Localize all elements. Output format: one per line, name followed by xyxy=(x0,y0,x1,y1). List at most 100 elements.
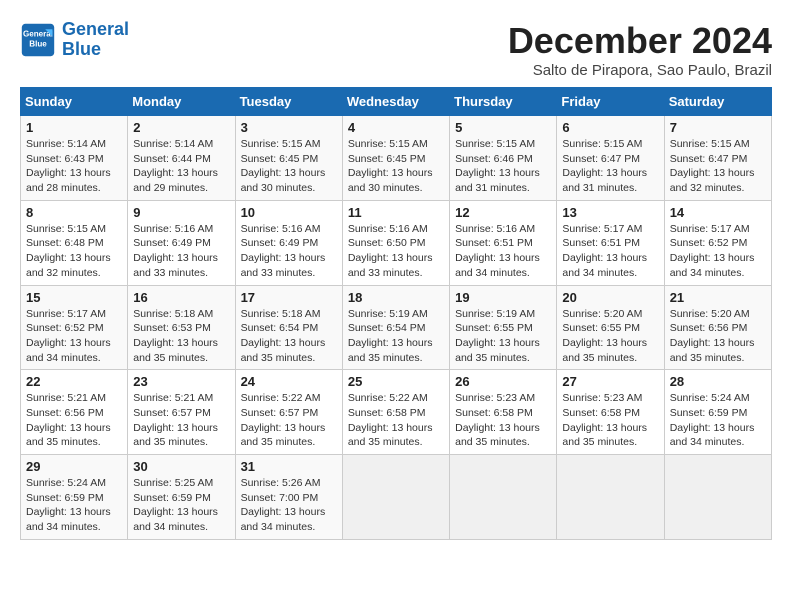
day-number: 8 xyxy=(26,205,122,220)
calendar-cell: 23Sunrise: 5:21 AM Sunset: 6:57 PM Dayli… xyxy=(128,370,235,455)
dow-cell: Thursday xyxy=(450,88,557,116)
day-number: 5 xyxy=(455,120,551,135)
day-info: Sunrise: 5:14 AM Sunset: 6:43 PM Dayligh… xyxy=(26,137,122,196)
day-number: 26 xyxy=(455,374,551,389)
day-number: 4 xyxy=(348,120,444,135)
day-info: Sunrise: 5:17 AM Sunset: 6:52 PM Dayligh… xyxy=(670,222,766,281)
day-number: 31 xyxy=(241,459,337,474)
calendar-cell: 24Sunrise: 5:22 AM Sunset: 6:57 PM Dayli… xyxy=(235,370,342,455)
day-number: 30 xyxy=(133,459,229,474)
calendar-cell: 17Sunrise: 5:18 AM Sunset: 6:54 PM Dayli… xyxy=(235,285,342,370)
day-info: Sunrise: 5:16 AM Sunset: 6:51 PM Dayligh… xyxy=(455,222,551,281)
calendar-cell: 29Sunrise: 5:24 AM Sunset: 6:59 PM Dayli… xyxy=(21,455,128,540)
calendar-cell: 28 Sunrise: 5:24 AM Sunset: 6:59 PM Dayli… xyxy=(664,370,771,455)
dow-cell: Saturday xyxy=(664,88,771,116)
dow-cell: Monday xyxy=(128,88,235,116)
day-info: Sunrise: 5:15 AM Sunset: 6:48 PM Dayligh… xyxy=(26,222,122,281)
calendar-cell: 13Sunrise: 5:17 AM Sunset: 6:51 PM Dayli… xyxy=(557,200,664,285)
calendar-cell: 8 Sunrise: 5:15 AM Sunset: 6:48 PM Daylig… xyxy=(21,200,128,285)
calendar-cell: 6 Sunrise: 5:15 AM Sunset: 6:47 PM Daylig… xyxy=(557,116,664,201)
calendar-cell xyxy=(342,455,449,540)
logo-icon: General Blue xyxy=(20,22,56,58)
day-info: Sunrise: 5:19 AM Sunset: 6:54 PM Dayligh… xyxy=(348,307,444,366)
calendar-title: December 2024 xyxy=(508,20,772,62)
day-number: 12 xyxy=(455,205,551,220)
calendar-week-row: 15 Sunrise: 5:17 AM Sunset: 6:52 PM Dayli… xyxy=(21,285,772,370)
calendar-subtitle: Salto de Pirapora, Sao Paulo, Brazil xyxy=(508,62,772,79)
day-number: 15 xyxy=(26,290,122,305)
calendar-cell: 1 Sunrise: 5:14 AM Sunset: 6:43 PM Daylig… xyxy=(21,116,128,201)
calendar-cell: 2 Sunrise: 5:14 AM Sunset: 6:44 PM Daylig… xyxy=(128,116,235,201)
day-info: Sunrise: 5:15 AM Sunset: 6:46 PM Dayligh… xyxy=(455,137,551,196)
calendar-cell: 12 Sunrise: 5:16 AM Sunset: 6:51 PM Dayli… xyxy=(450,200,557,285)
dow-cell: Tuesday xyxy=(235,88,342,116)
day-info: Sunrise: 5:15 AM Sunset: 6:47 PM Dayligh… xyxy=(562,137,658,196)
day-number: 19 xyxy=(455,290,551,305)
calendar-cell: 19 Sunrise: 5:19 AM Sunset: 6:55 PM Dayli… xyxy=(450,285,557,370)
calendar-cell xyxy=(664,455,771,540)
calendar-body: 1 Sunrise: 5:14 AM Sunset: 6:43 PM Daylig… xyxy=(21,116,772,540)
days-of-week-header: SundayMondayTuesdayWednesdayThursdayFrid… xyxy=(21,88,772,116)
calendar-week-row: 29Sunrise: 5:24 AM Sunset: 6:59 PM Dayli… xyxy=(21,455,772,540)
calendar-cell: 31 Sunrise: 5:26 AM Sunset: 7:00 PM Dayli… xyxy=(235,455,342,540)
calendar-cell: 7 Sunrise: 5:15 AM Sunset: 6:47 PM Daylig… xyxy=(664,116,771,201)
day-info: Sunrise: 5:26 AM Sunset: 7:00 PM Dayligh… xyxy=(241,476,337,535)
day-number: 9 xyxy=(133,205,229,220)
day-info: Sunrise: 5:20 AM Sunset: 6:56 PM Dayligh… xyxy=(670,307,766,366)
day-info: Sunrise: 5:23 AM Sunset: 6:58 PM Dayligh… xyxy=(455,391,551,450)
day-number: 23 xyxy=(133,374,229,389)
calendar-week-row: 22 Sunrise: 5:21 AM Sunset: 6:56 PM Dayli… xyxy=(21,370,772,455)
calendar-week-row: 8 Sunrise: 5:15 AM Sunset: 6:48 PM Daylig… xyxy=(21,200,772,285)
day-info: Sunrise: 5:16 AM Sunset: 6:49 PM Dayligh… xyxy=(133,222,229,281)
day-info: Sunrise: 5:15 AM Sunset: 6:45 PM Dayligh… xyxy=(348,137,444,196)
calendar-cell: 30 Sunrise: 5:25 AM Sunset: 6:59 PM Dayli… xyxy=(128,455,235,540)
day-info: Sunrise: 5:16 AM Sunset: 6:50 PM Dayligh… xyxy=(348,222,444,281)
title-area: December 2024 Salto de Pirapora, Sao Pau… xyxy=(508,20,772,79)
calendar-table: SundayMondayTuesdayWednesdayThursdayFrid… xyxy=(20,87,772,540)
day-info: Sunrise: 5:25 AM Sunset: 6:59 PM Dayligh… xyxy=(133,476,229,535)
calendar-cell: 27Sunrise: 5:23 AM Sunset: 6:58 PM Dayli… xyxy=(557,370,664,455)
day-number: 7 xyxy=(670,120,766,135)
day-number: 27 xyxy=(562,374,658,389)
day-info: Sunrise: 5:16 AM Sunset: 6:49 PM Dayligh… xyxy=(241,222,337,281)
calendar-cell: 25 Sunrise: 5:22 AM Sunset: 6:58 PM Dayli… xyxy=(342,370,449,455)
calendar-cell: 16 Sunrise: 5:18 AM Sunset: 6:53 PM Dayli… xyxy=(128,285,235,370)
day-number: 2 xyxy=(133,120,229,135)
calendar-cell: 3Sunrise: 5:15 AM Sunset: 6:45 PM Daylig… xyxy=(235,116,342,201)
day-number: 10 xyxy=(241,205,337,220)
day-number: 18 xyxy=(348,290,444,305)
day-number: 22 xyxy=(26,374,122,389)
calendar-cell: 11Sunrise: 5:16 AM Sunset: 6:50 PM Dayli… xyxy=(342,200,449,285)
day-info: Sunrise: 5:15 AM Sunset: 6:45 PM Dayligh… xyxy=(241,137,337,196)
day-number: 25 xyxy=(348,374,444,389)
day-number: 16 xyxy=(133,290,229,305)
logo-text: General Blue xyxy=(62,20,129,60)
day-info: Sunrise: 5:18 AM Sunset: 6:53 PM Dayligh… xyxy=(133,307,229,366)
day-info: Sunrise: 5:20 AM Sunset: 6:55 PM Dayligh… xyxy=(562,307,658,366)
day-info: Sunrise: 5:22 AM Sunset: 6:58 PM Dayligh… xyxy=(348,391,444,450)
day-info: Sunrise: 5:14 AM Sunset: 6:44 PM Dayligh… xyxy=(133,137,229,196)
day-info: Sunrise: 5:17 AM Sunset: 6:51 PM Dayligh… xyxy=(562,222,658,281)
day-info: Sunrise: 5:17 AM Sunset: 6:52 PM Dayligh… xyxy=(26,307,122,366)
day-number: 24 xyxy=(241,374,337,389)
dow-cell: Wednesday xyxy=(342,88,449,116)
day-info: Sunrise: 5:21 AM Sunset: 6:56 PM Dayligh… xyxy=(26,391,122,450)
calendar-cell: 4 Sunrise: 5:15 AM Sunset: 6:45 PM Daylig… xyxy=(342,116,449,201)
calendar-cell: 21Sunrise: 5:20 AM Sunset: 6:56 PM Dayli… xyxy=(664,285,771,370)
day-number: 29 xyxy=(26,459,122,474)
calendar-cell: 18 Sunrise: 5:19 AM Sunset: 6:54 PM Dayli… xyxy=(342,285,449,370)
dow-cell: Sunday xyxy=(21,88,128,116)
day-info: Sunrise: 5:15 AM Sunset: 6:47 PM Dayligh… xyxy=(670,137,766,196)
calendar-cell: 20 Sunrise: 5:20 AM Sunset: 6:55 PM Dayli… xyxy=(557,285,664,370)
day-number: 6 xyxy=(562,120,658,135)
dow-cell: Friday xyxy=(557,88,664,116)
calendar-cell: 9 Sunrise: 5:16 AM Sunset: 6:49 PM Daylig… xyxy=(128,200,235,285)
day-number: 20 xyxy=(562,290,658,305)
day-info: Sunrise: 5:24 AM Sunset: 6:59 PM Dayligh… xyxy=(670,391,766,450)
calendar-cell: 14Sunrise: 5:17 AM Sunset: 6:52 PM Dayli… xyxy=(664,200,771,285)
day-number: 28 xyxy=(670,374,766,389)
day-info: Sunrise: 5:19 AM Sunset: 6:55 PM Dayligh… xyxy=(455,307,551,366)
calendar-cell: 10 Sunrise: 5:16 AM Sunset: 6:49 PM Dayli… xyxy=(235,200,342,285)
calendar-cell xyxy=(557,455,664,540)
day-number: 1 xyxy=(26,120,122,135)
